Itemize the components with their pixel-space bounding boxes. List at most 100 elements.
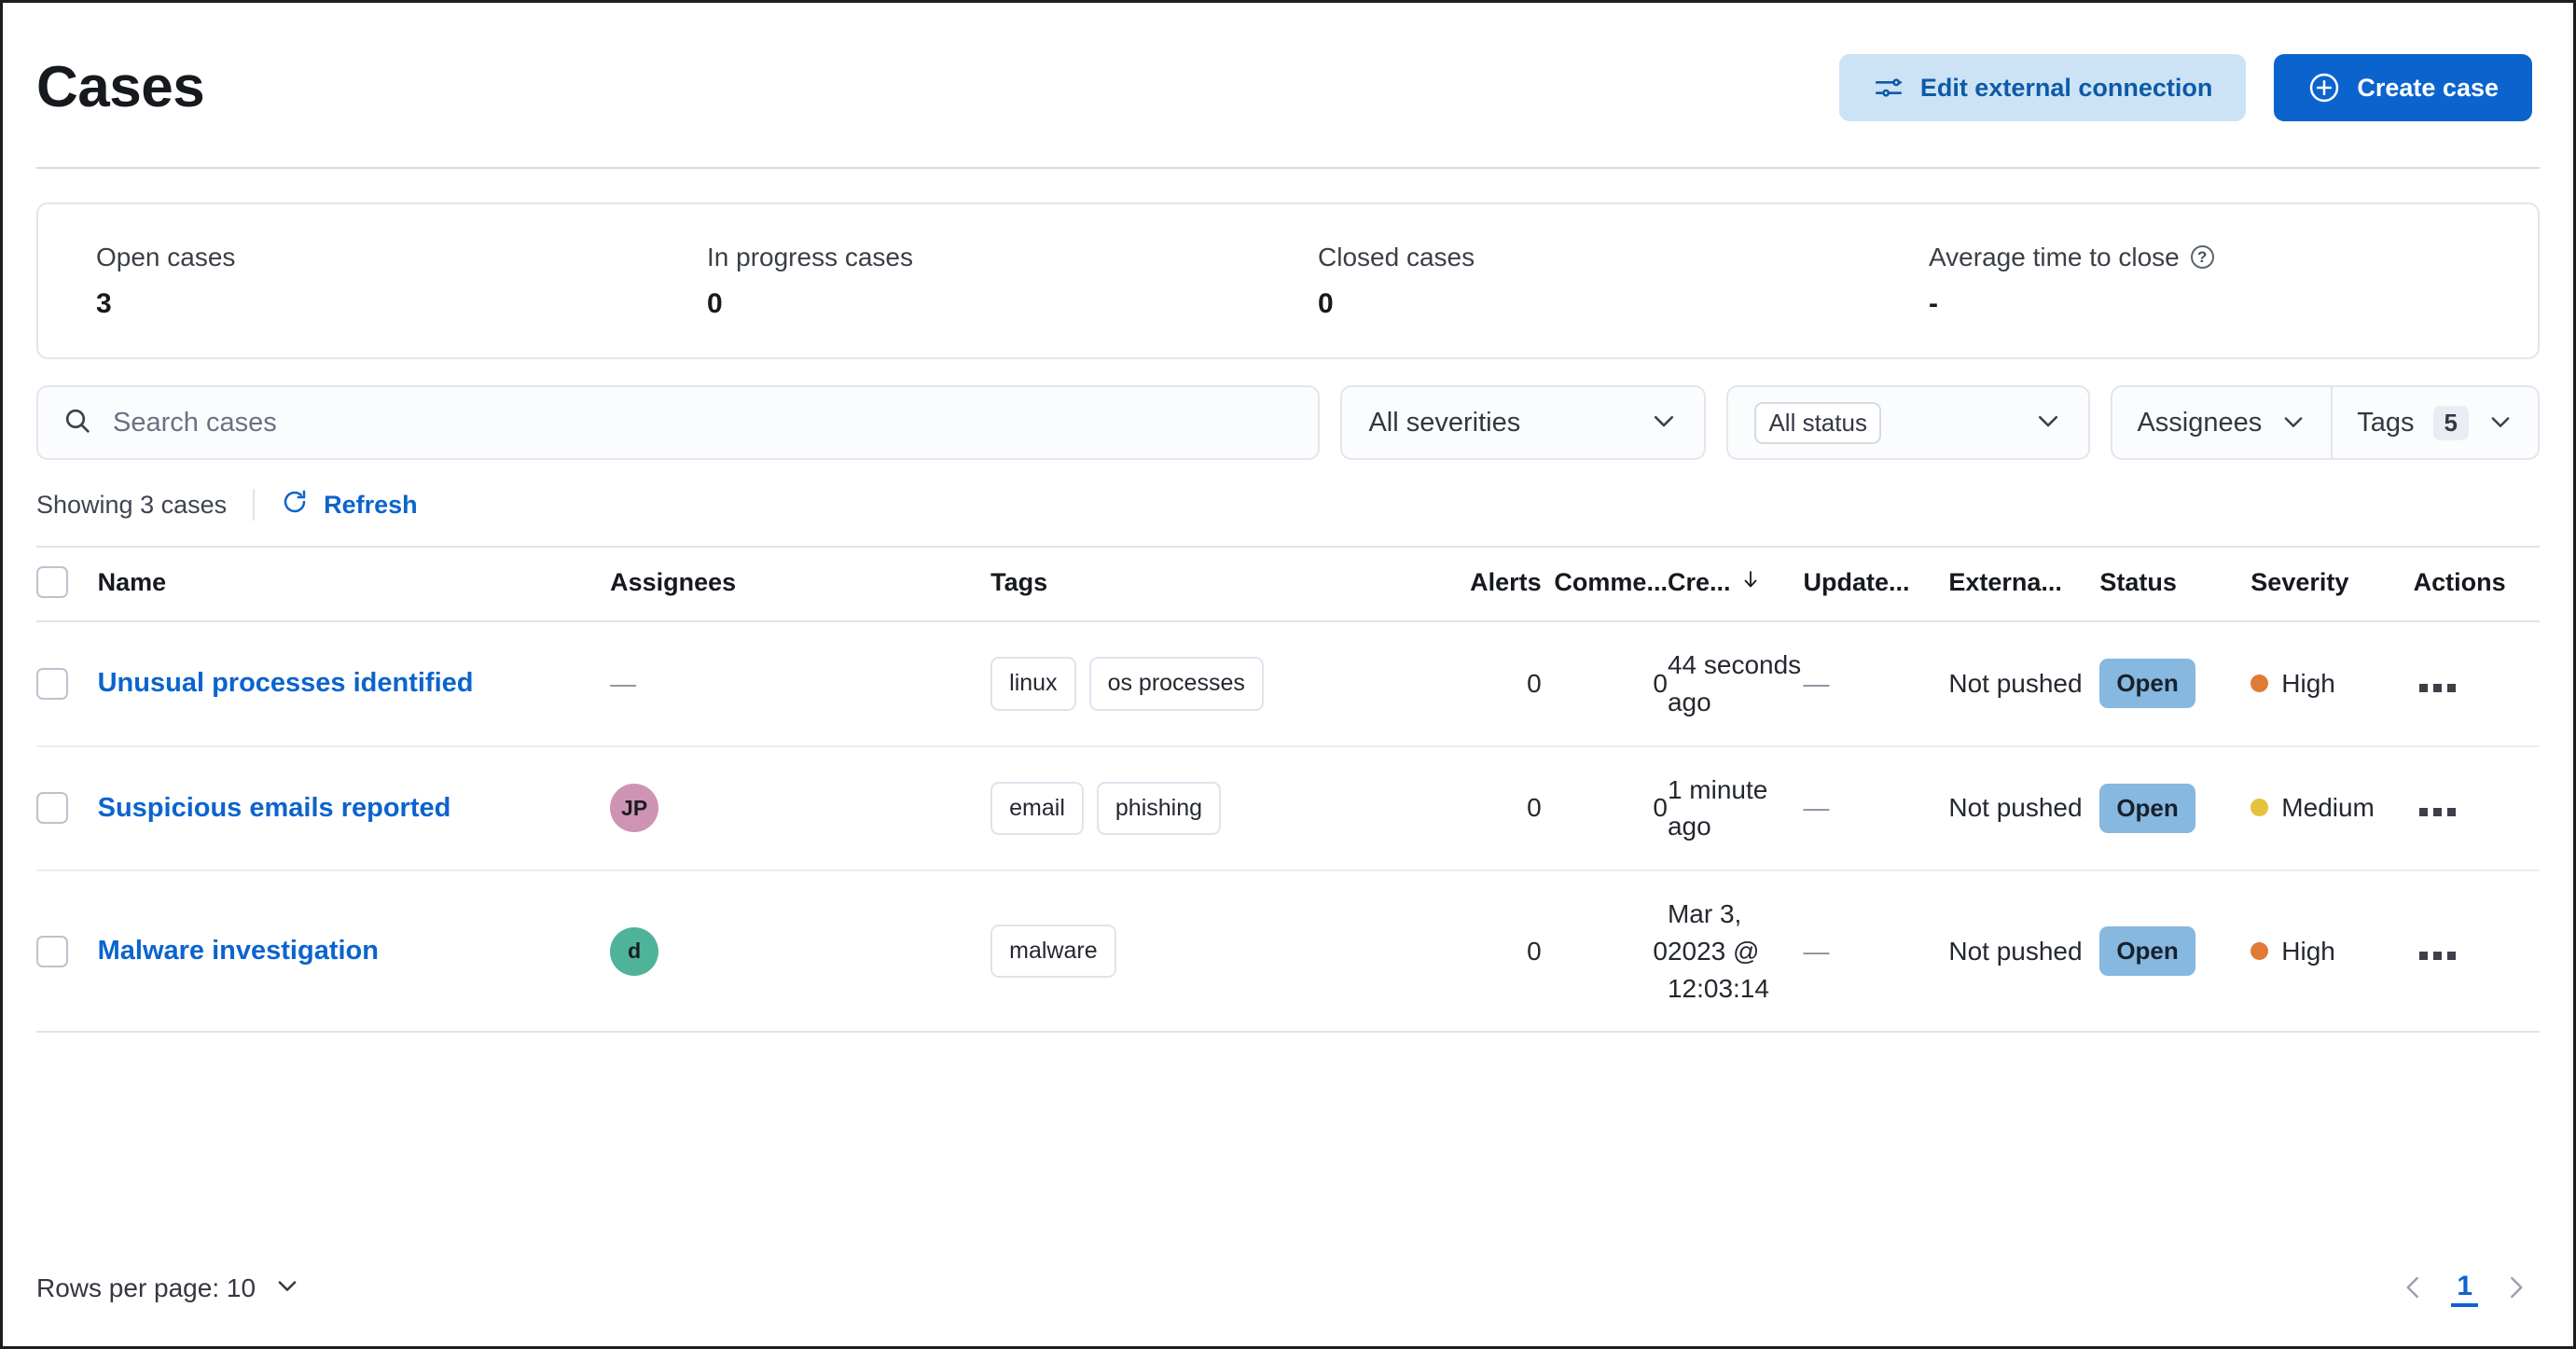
status-filter-label: All status xyxy=(1754,401,1881,444)
severity-filter-select[interactable]: All severities xyxy=(1340,385,1707,460)
page-title: Cases xyxy=(36,55,205,120)
dot-icon xyxy=(2418,808,2428,817)
row-checkbox[interactable] xyxy=(36,667,68,700)
column-header-severity[interactable]: Severity xyxy=(2251,546,2414,622)
column-header-created[interactable]: Cre... xyxy=(1667,546,1804,622)
next-page-button[interactable] xyxy=(2491,1264,2540,1313)
dot-icon xyxy=(2432,683,2442,692)
create-case-button[interactable]: Create case xyxy=(2274,54,2532,121)
column-header-name[interactable]: Name xyxy=(97,546,611,622)
row-actions-menu-button[interactable] xyxy=(2414,678,2461,698)
severity-label: Medium xyxy=(2281,793,2375,823)
stat-in-progress-cases-label: In progress cases xyxy=(707,242,913,271)
previous-page-button[interactable] xyxy=(2389,1264,2438,1313)
assignee-empty: — xyxy=(610,668,637,698)
tag-chip[interactable]: phishing xyxy=(1096,781,1222,835)
row-select-cell xyxy=(36,870,98,1034)
alerts-cell: 0 xyxy=(1442,870,1542,1034)
status-badge[interactable]: Open xyxy=(2099,659,2195,709)
search-cases-box[interactable] xyxy=(36,385,1321,460)
dot-icon xyxy=(2446,808,2456,817)
cases-table: Name Assignees Tags Alerts Comme... Cre.… xyxy=(36,546,2540,1034)
stat-average-time-to-close-value: - xyxy=(1929,288,1938,320)
table-body: Unusual processes identified — linux os p… xyxy=(36,621,2540,1034)
row-select-cell xyxy=(36,621,98,747)
tags-filter-count: 5 xyxy=(2432,405,2469,440)
help-icon[interactable]: ? xyxy=(2190,245,2214,270)
actions-cell xyxy=(2413,745,2540,871)
column-header-alerts[interactable]: Alerts xyxy=(1442,546,1542,622)
assignees-cell: — xyxy=(610,621,991,747)
edit-external-connection-label: Edit external connection xyxy=(1919,73,2213,102)
row-checkbox[interactable] xyxy=(36,935,68,967)
row-actions-menu-button[interactable] xyxy=(2414,946,2461,966)
assignees-filter-button[interactable]: Assignees xyxy=(2112,387,2331,458)
search-input[interactable] xyxy=(113,407,1295,438)
status-badge[interactable]: Open xyxy=(2099,783,2195,833)
updated-empty: — xyxy=(1803,936,1830,966)
severity-label: High xyxy=(2281,936,2335,966)
chevron-right-icon xyxy=(2501,1273,2529,1304)
chevron-left-icon xyxy=(2400,1273,2428,1304)
rows-per-page-label: Rows per page: 10 xyxy=(36,1273,256,1302)
sliders-icon xyxy=(1873,72,1904,104)
created-cell: Mar 3, 2023 @ 12:03:14 xyxy=(1667,870,1804,1034)
dot-icon xyxy=(2432,951,2442,960)
column-header-status[interactable]: Status xyxy=(2099,546,2251,622)
dot-icon xyxy=(2432,808,2442,817)
select-all-checkbox[interactable] xyxy=(36,566,68,598)
updated-empty: — xyxy=(1803,793,1830,823)
dot-icon xyxy=(2418,951,2428,960)
stat-closed-cases-label: Closed cases xyxy=(1318,242,1475,271)
assignees-cell: d xyxy=(610,870,991,1034)
rows-per-page-button[interactable]: Rows per page: 10 xyxy=(36,1273,300,1305)
updated-cell: — xyxy=(1803,621,1949,747)
status-badge[interactable]: Open xyxy=(2099,926,2195,977)
column-header-comments[interactable]: Comme... xyxy=(1541,546,1668,622)
status-cell: Open xyxy=(2099,870,2251,1034)
case-name-link[interactable]: Suspicious emails reported xyxy=(98,793,451,823)
avatar[interactable]: d xyxy=(610,926,659,976)
row-actions-menu-button[interactable] xyxy=(2414,802,2461,822)
tag-chip[interactable]: malware xyxy=(990,924,1116,979)
pagination: 1 xyxy=(2389,1264,2540,1313)
assignees-cell: JP xyxy=(610,745,991,871)
severity-filter-label: All severities xyxy=(1368,407,1521,438)
chevron-down-icon xyxy=(274,1273,300,1305)
severity-cell: High xyxy=(2251,621,2414,747)
tag-chip[interactable]: os processes xyxy=(1088,657,1264,711)
external-incident-cell: Not pushed xyxy=(1948,870,2100,1034)
severity-dot-icon xyxy=(2251,941,2269,960)
tag-chip[interactable]: linux xyxy=(990,657,1076,711)
cases-table-wrapper: Name Assignees Tags Alerts Comme... Cre.… xyxy=(36,546,2540,1034)
page-1-button[interactable]: 1 xyxy=(2451,1271,2478,1307)
sort-desc-arrow-icon xyxy=(1739,568,1762,597)
column-header-assignees[interactable]: Assignees xyxy=(610,546,991,622)
tag-chip[interactable]: email xyxy=(990,781,1084,835)
column-header-updated[interactable]: Update... xyxy=(1803,546,1949,622)
stat-average-time-to-close: Average time to close ? - xyxy=(1899,243,2510,319)
severity-dot-icon xyxy=(2251,674,2269,692)
table-footer: Rows per page: 10 1 xyxy=(36,1264,2540,1313)
status-filter-select[interactable]: All status xyxy=(1726,385,2091,460)
stat-open-cases-label: Open cases xyxy=(96,242,236,271)
alerts-cell: 0 xyxy=(1442,621,1542,747)
tags-cell: malware xyxy=(990,870,1443,1034)
external-incident-cell: Not pushed xyxy=(1948,621,2100,747)
external-incident-cell: Not pushed xyxy=(1948,745,2100,871)
tags-filter-button[interactable]: Tags 5 xyxy=(2331,387,2538,458)
dot-icon xyxy=(2446,683,2456,692)
row-checkbox[interactable] xyxy=(36,792,68,825)
created-cell: 44 seconds ago xyxy=(1667,621,1804,747)
stat-closed-cases: Closed cases 0 xyxy=(1288,243,1899,319)
avatar[interactable]: JP xyxy=(610,784,659,833)
select-all-header xyxy=(36,546,98,622)
refresh-button[interactable]: Refresh xyxy=(281,488,418,522)
column-header-external[interactable]: Externa... xyxy=(1948,546,2100,622)
case-name-link[interactable]: Malware investigation xyxy=(98,936,379,966)
edit-external-connection-button[interactable]: Edit external connection xyxy=(1838,54,2247,121)
stat-open-cases-value: 3 xyxy=(96,288,112,320)
case-name-link[interactable]: Unusual processes identified xyxy=(98,668,474,698)
column-header-tags[interactable]: Tags xyxy=(990,546,1443,622)
stat-open-cases: Open cases 3 xyxy=(66,243,677,319)
